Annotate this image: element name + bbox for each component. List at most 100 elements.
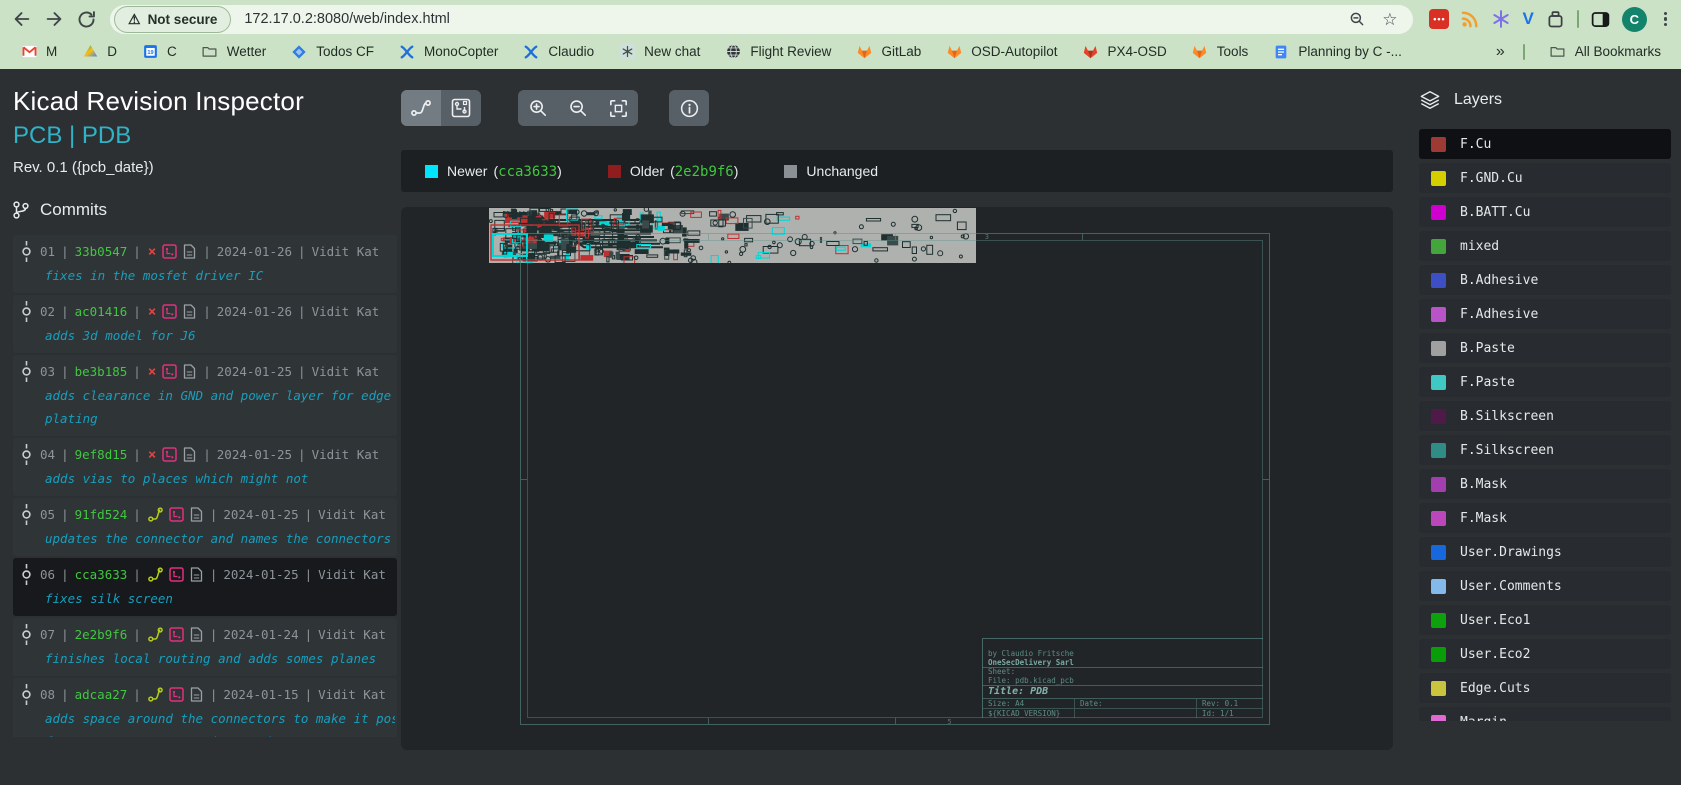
layer-item-margin[interactable]: Margin <box>1419 707 1671 721</box>
reload-button[interactable] <box>70 4 102 34</box>
layer-item-f-silkscreen[interactable]: F.Silkscreen <box>1419 435 1671 465</box>
zoom-out-button[interactable] <box>558 90 598 126</box>
bookmark-wetter[interactable]: Wetter <box>189 39 279 64</box>
back-button[interactable] <box>6 4 38 34</box>
layer-item-f-gnd-cu[interactable]: F.GND.Cu <box>1419 163 1671 193</box>
bookmark-px4-osd[interactable]: PX4-OSD <box>1070 39 1179 64</box>
url-text[interactable]: 172.17.0.2:8080/web/index.html <box>244 11 1348 27</box>
commit-date: 2024-01-26 <box>217 304 292 319</box>
layer-item-b-paste[interactable]: B.Paste <box>1419 333 1671 363</box>
commit-card-91fd524[interactable]: 05|91fd524||2024-01-25|Vidit Katupdates … <box>13 498 397 556</box>
pcb-pdb-links[interactable]: PCB | PDB <box>13 122 401 150</box>
commit-card-adcaa27[interactable]: 08|adcaa27||2024-01-15|Vidit Katadds spa… <box>13 678 397 737</box>
schematic-view-button[interactable] <box>401 90 441 126</box>
pcb-diff-icon[interactable] <box>169 627 184 642</box>
commit-meta-row: 03|be3b185|×|2024-01-25|Vidit Kat <box>21 361 395 382</box>
menu-kebab-icon[interactable] <box>1658 12 1673 27</box>
zoom-in-button[interactable] <box>518 90 558 126</box>
legend-item-older: Older(2e2b9f6) <box>608 163 739 180</box>
layer-item-b-adhesive[interactable]: B.Adhesive <box>1419 265 1671 295</box>
layer-item-f-cu[interactable]: F.Cu <box>1419 129 1671 159</box>
url-bar[interactable]: ⚠ Not secure 172.17.0.2:8080/web/index.h… <box>110 5 1413 34</box>
layer-item-b-silkscreen[interactable]: B.Silkscreen <box>1419 401 1671 431</box>
layer-color-swatch <box>1431 681 1446 696</box>
bookmark-gitlab[interactable]: GitLab <box>843 39 933 64</box>
pcb-diff-icon[interactable] <box>169 567 184 582</box>
pcb-diff-icon[interactable] <box>162 244 177 259</box>
bookmark-tools[interactable]: Tools <box>1179 39 1261 64</box>
commit-node-icon <box>21 684 32 705</box>
bookmark-todos-cf[interactable]: Todos CF <box>278 39 386 64</box>
extension-dots-icon[interactable]: ••• <box>1429 9 1449 29</box>
title-block-id: Id: 1/1 <box>1197 708 1263 718</box>
bookmark-star-icon[interactable]: ☆ <box>1382 11 1397 28</box>
sidebar-toggle-icon[interactable] <box>1590 9 1611 30</box>
security-chip[interactable]: ⚠ Not secure <box>114 6 231 33</box>
commit-card-be3b185[interactable]: 03|be3b185|×|2024-01-25|Vidit Katadds cl… <box>13 355 397 436</box>
document-icon[interactable] <box>183 244 196 259</box>
document-icon[interactable] <box>183 364 196 379</box>
vimium-icon[interactable]: V <box>1522 9 1533 29</box>
layer-item-mixed[interactable]: mixed <box>1419 231 1671 261</box>
layer-name: B.Paste <box>1460 341 1515 356</box>
pcb-canvas[interactable]: 3 5 by Claudio Fritsche OneSecDelivery S… <box>401 207 1393 750</box>
commit-message: updates the connector and names the conn… <box>21 527 395 550</box>
bookmark-flight-review[interactable]: Flight Review <box>712 39 843 64</box>
document-icon[interactable] <box>190 687 203 702</box>
document-icon[interactable] <box>190 507 203 522</box>
forward-button[interactable] <box>38 4 70 34</box>
layers-list[interactable]: F.Cu F.GND.Cu B.BATT.Cu mixed B.Adhesive F.Ad… <box>1419 129 1671 721</box>
layer-name: B.Mask <box>1460 477 1507 492</box>
commit-card-cca3633[interactable]: 06|cca3633||2024-01-25|Vidit Katfixes si… <box>13 558 397 616</box>
commits-list[interactable]: 01|33b0547|×|2024-01-26|Vidit Katfixes i… <box>13 235 397 737</box>
commit-card-ac01416[interactable]: 02|ac01416|×|2024-01-26|Vidit Katadds 3d… <box>13 295 397 353</box>
layer-item-user-eco1[interactable]: User.Eco1 <box>1419 605 1671 635</box>
bookmark-label: M <box>46 44 57 59</box>
zoom-fit-button[interactable] <box>598 90 638 126</box>
layer-name: User.Drawings <box>1460 545 1562 560</box>
pcb-diff-icon[interactable] <box>162 364 177 379</box>
layer-item-edge-cuts[interactable]: Edge.Cuts <box>1419 673 1671 703</box>
bookmark-monocopter[interactable]: MonoCopter <box>386 39 510 64</box>
bookmarks-overflow-chevron[interactable]: » <box>1490 43 1511 61</box>
bookmark-planning-by-c[interactable]: Planning by C -... <box>1260 39 1414 64</box>
bookmark-m[interactable]: M <box>8 39 69 64</box>
bookmark-osd-autopilot[interactable]: OSD-Autopilot <box>933 39 1069 64</box>
extensions-jar-icon[interactable] <box>1545 9 1566 30</box>
layer-item-f-adhesive[interactable]: F.Adhesive <box>1419 299 1671 329</box>
bookmark-new-chat[interactable]: New chat <box>606 39 712 64</box>
document-icon[interactable] <box>183 447 196 462</box>
info-button[interactable] <box>669 90 709 126</box>
document-icon[interactable] <box>190 567 203 582</box>
info-group <box>669 90 709 126</box>
browser-chrome: ⚠ Not secure 172.17.0.2:8080/web/index.h… <box>0 0 1681 69</box>
document-icon[interactable] <box>183 304 196 319</box>
bookmark-label: Todos CF <box>316 44 374 59</box>
rss-icon[interactable] <box>1460 9 1480 29</box>
layer-item-user-comments[interactable]: User.Comments <box>1419 571 1671 601</box>
pcb-diff-icon[interactable] <box>169 507 184 522</box>
document-icon[interactable] <box>190 627 203 642</box>
commit-card-33b0547[interactable]: 01|33b0547|×|2024-01-26|Vidit Katfixes i… <box>13 235 397 293</box>
layer-item-b-mask[interactable]: B.Mask <box>1419 469 1671 499</box>
pcb-view-button[interactable] <box>441 90 481 126</box>
layer-item-f-mask[interactable]: F.Mask <box>1419 503 1671 533</box>
commit-card-9ef8d15[interactable]: 04|9ef8d15|×|2024-01-25|Vidit Katadds vi… <box>13 438 397 496</box>
commit-author: Vidit Kat <box>318 507 386 522</box>
profile-avatar[interactable]: C <box>1622 7 1647 32</box>
bookmark-c[interactable]: 19C <box>129 39 189 64</box>
pcb-diff-icon[interactable] <box>169 687 184 702</box>
legend-hash: cca3633 <box>498 164 557 180</box>
snowflake-icon[interactable] <box>1491 9 1511 29</box>
commit-card-2e2b9f6[interactable]: 07|2e2b9f6||2024-01-24|Vidit Katfinishes… <box>13 618 397 676</box>
zoom-page-icon[interactable] <box>1348 10 1366 28</box>
bookmark-d[interactable]: D <box>69 39 129 64</box>
layer-item-b-batt-cu[interactable]: B.BATT.Cu <box>1419 197 1671 227</box>
pcb-diff-icon[interactable] <box>162 447 177 462</box>
all-bookmarks-button[interactable]: All Bookmarks <box>1537 39 1673 64</box>
pcb-diff-icon[interactable] <box>162 304 177 319</box>
layer-item-f-paste[interactable]: F.Paste <box>1419 367 1671 397</box>
layer-item-user-eco2[interactable]: User.Eco2 <box>1419 639 1671 669</box>
layer-item-user-drawings[interactable]: User.Drawings <box>1419 537 1671 567</box>
bookmark-claudio[interactable]: Claudio <box>510 39 606 64</box>
